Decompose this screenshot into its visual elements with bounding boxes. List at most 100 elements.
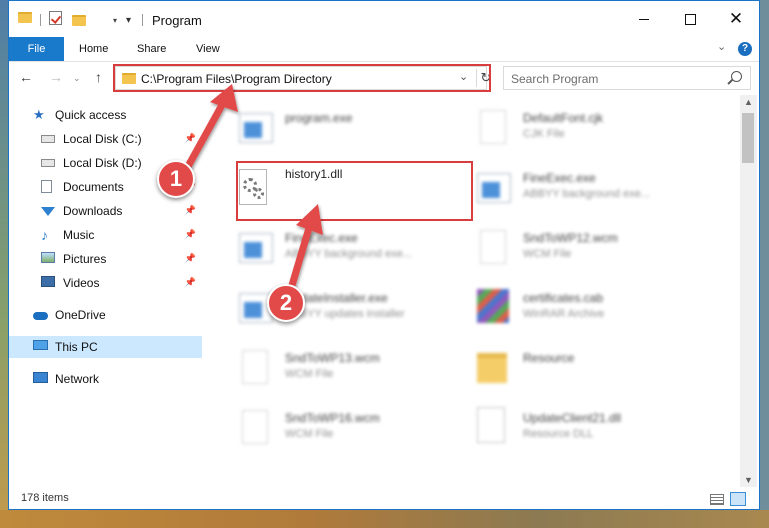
sidebar-item-label: Quick access	[55, 108, 127, 122]
properties-check-icon[interactable]	[49, 11, 62, 25]
file-item-certificates-cab[interactable]: certificates.cab WinRAR Archive	[467, 281, 707, 335]
generic-file-icon	[239, 347, 271, 387]
customize-toolbar-icon[interactable]: ▾	[126, 11, 131, 29]
folder-item-resource[interactable]: Resource	[467, 341, 707, 395]
title-bar: ▾ ▾ Program ✕	[9, 1, 759, 37]
file-name: program.exe	[285, 111, 353, 125]
up-arrow-icon[interactable]: ↑	[95, 69, 102, 85]
tab-file[interactable]: File	[9, 37, 64, 61]
file-item-program-exe[interactable]: program.exe	[229, 101, 469, 155]
sidebar-item-label: Documents	[63, 180, 124, 194]
desktop-background-bottom	[0, 510, 769, 528]
exe-file-icon	[477, 167, 511, 207]
status-bar: 178 items	[9, 489, 759, 509]
file-name: UpdateClient21.dll	[523, 411, 622, 425]
sidebar-item-local-disk-c[interactable]: Local Disk (C:) 📌	[9, 128, 202, 150]
dll-file-icon	[477, 407, 509, 447]
sidebar-item-label: Videos	[63, 276, 100, 290]
disk-icon	[41, 156, 57, 170]
scroll-thumb[interactable]	[742, 113, 754, 163]
forward-arrow-icon[interactable]: →	[49, 69, 63, 85]
exe-file-icon	[239, 287, 273, 327]
back-arrow-icon[interactable]: ←	[19, 69, 33, 85]
file-item-defaultfont[interactable]: DefaultFont.cjk CJK File	[467, 101, 707, 155]
desktop-background-left	[0, 0, 8, 528]
vertical-scrollbar[interactable]: ▲ ▼	[740, 95, 757, 487]
file-name: Resource	[523, 351, 575, 365]
sidebar-item-label: Pictures	[63, 252, 107, 266]
file-item-sndtowp12[interactable]: SndToWP12.wcm WCM File	[467, 221, 707, 275]
exe-file-icon	[239, 107, 273, 147]
chevron-down-icon[interactable]: ▾	[113, 11, 117, 29]
tab-share[interactable]: Share	[137, 37, 166, 61]
recent-locations-icon[interactable]: ⌄	[73, 73, 81, 84]
file-type: Resource DLL	[523, 428, 594, 440]
help-icon[interactable]: ?	[738, 42, 752, 56]
file-name: SndToWP13.wcm	[285, 351, 380, 365]
pin-icon: 📌	[184, 133, 196, 143]
ribbon: File Home Share View ⌄ ?	[9, 37, 759, 62]
scroll-down-icon[interactable]: ▼	[744, 475, 753, 485]
generic-file-icon	[477, 107, 509, 147]
tiles-view-icon[interactable]	[730, 492, 746, 506]
star-icon: ★	[33, 107, 45, 122]
sidebar-item-label: Local Disk (C:)	[63, 132, 142, 146]
pin-icon: 📌	[184, 253, 196, 263]
minimize-button[interactable]	[621, 1, 667, 37]
search-box[interactable]: Search Program	[503, 66, 751, 90]
minimize-icon	[639, 18, 649, 20]
pin-icon: 📌	[184, 205, 196, 215]
window-title: Program	[152, 13, 202, 28]
file-type: WCM File	[285, 368, 334, 380]
sidebar-item-videos[interactable]: Videos 📌	[9, 272, 202, 294]
step-badge-1: 1	[157, 160, 195, 198]
view-options-icon[interactable]	[95, 11, 109, 23]
file-type: WCM File	[285, 428, 334, 440]
sidebar-item-label: Local Disk (D:)	[63, 156, 142, 170]
new-folder-icon[interactable]	[72, 11, 86, 29]
details-view-icon[interactable]	[710, 494, 724, 505]
file-item-updateinstaller[interactable]: UpdateInstaller.exe ABBYY updates instal…	[229, 281, 469, 335]
sidebar-item-onedrive[interactable]: OneDrive	[9, 304, 202, 326]
tab-view[interactable]: View	[196, 37, 220, 61]
file-name: SndToWP16.wcm	[285, 411, 380, 425]
file-item-sndtowp16[interactable]: SndToWP16.wcm WCM File	[229, 401, 469, 455]
sidebar-item-downloads[interactable]: Downloads 📌	[9, 200, 202, 222]
maximize-icon	[684, 13, 696, 25]
file-name: DefaultFont.cjk	[523, 111, 604, 125]
archive-icon	[477, 287, 509, 327]
explorer-window: ▾ ▾ Program ✕ File Home Share View ⌄ ? ←…	[8, 0, 760, 510]
sidebar-item-pictures[interactable]: Pictures 📌	[9, 248, 202, 270]
search-icon[interactable]	[731, 71, 742, 82]
sidebar-item-quick-access[interactable]: ★ Quick access	[9, 104, 202, 126]
sidebar-item-network[interactable]: Network	[9, 368, 202, 390]
disk-icon	[41, 132, 57, 146]
tab-home[interactable]: Home	[79, 37, 108, 61]
toolbar-separator	[40, 14, 41, 26]
sidebar-item-music[interactable]: ♪ Music 📌	[9, 224, 202, 246]
file-item-updateclient21[interactable]: UpdateClient21.dll Resource DLL	[467, 401, 707, 455]
file-name: SndToWP12.wcm	[523, 231, 618, 245]
close-button[interactable]: ✕	[713, 1, 759, 37]
file-type: ABBYY background exe...	[523, 188, 650, 200]
generic-file-icon	[239, 407, 271, 447]
music-note-icon: ♪	[41, 227, 48, 243]
file-type: ABBYY background exe...	[285, 248, 412, 260]
scroll-up-icon[interactable]: ▲	[744, 97, 753, 107]
file-type: WCM File	[523, 248, 572, 260]
network-icon	[33, 372, 49, 386]
generic-file-icon	[477, 227, 509, 267]
download-icon	[41, 204, 57, 218]
file-item-sndtowp13[interactable]: SndToWP13.wcm WCM File	[229, 341, 469, 395]
maximize-button[interactable]	[667, 1, 713, 37]
file-name: FineExec.exe	[285, 231, 358, 245]
expand-ribbon-icon[interactable]: ⌄	[717, 40, 726, 53]
sidebar-item-label: Network	[55, 372, 100, 386]
navigation-pane: ★ Quick access Local Disk (C:) 📌 Local D…	[9, 95, 202, 487]
sidebar-item-label: OneDrive	[55, 308, 106, 322]
file-item-fineexec[interactable]: FineExec.exe ABBYY background exe...	[467, 161, 707, 215]
file-item-fineexec-2[interactable]: FineExec.exe ABBYY background exe...	[229, 221, 469, 275]
computer-icon	[33, 340, 49, 354]
sidebar-item-this-pc[interactable]: This PC	[9, 336, 202, 358]
sidebar-item-label: Downloads	[63, 204, 123, 218]
